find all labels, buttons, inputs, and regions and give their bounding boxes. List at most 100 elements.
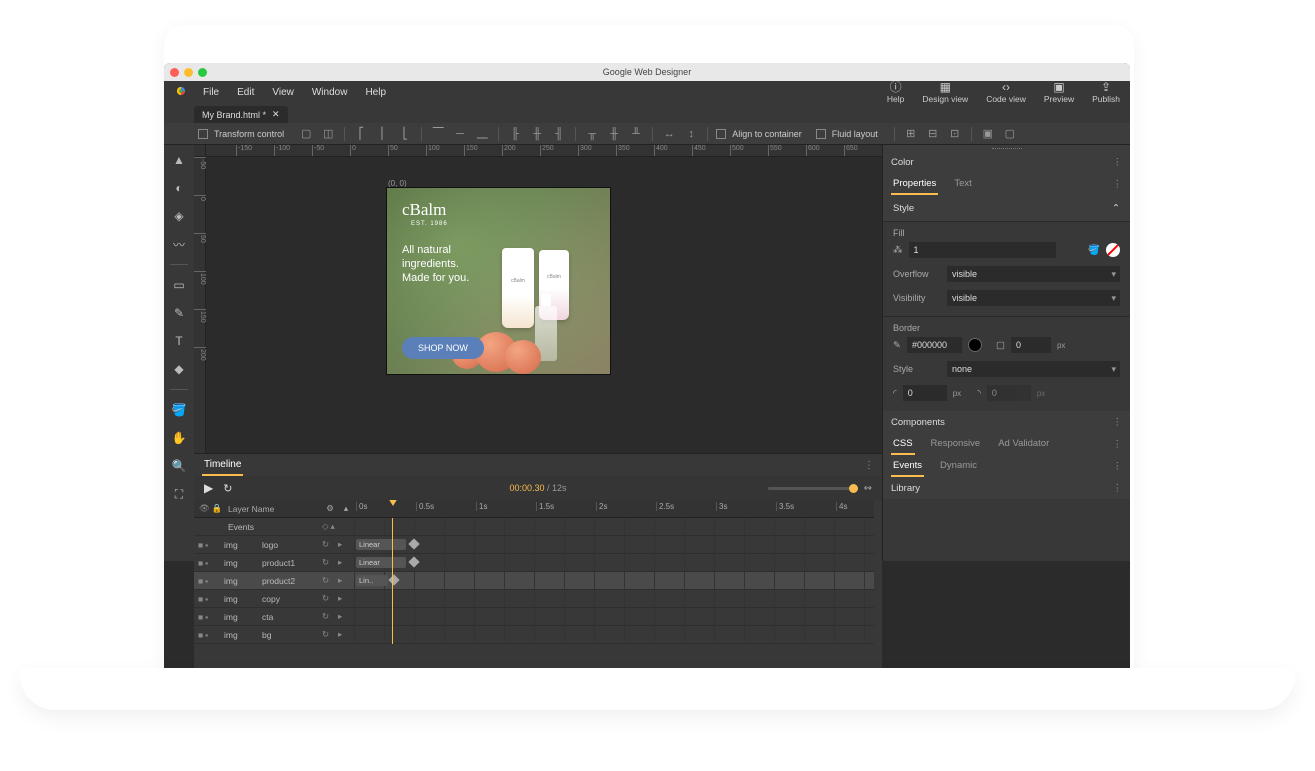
- align-vcenter-icon[interactable]: ─: [452, 126, 468, 142]
- components-panel-header[interactable]: Components⋮: [883, 411, 1130, 433]
- zoom-tool-icon[interactable]: 🔍: [168, 455, 190, 477]
- layer-visible-icon[interactable]: ▪: [205, 594, 208, 604]
- motion-path-icon[interactable]: ↻: [322, 575, 338, 586]
- group-icon[interactable]: ▣: [980, 126, 996, 142]
- visibility-icon[interactable]: 👁: [199, 503, 210, 514]
- tag-tool-icon[interactable]: ▭: [168, 274, 190, 296]
- more-icon[interactable]: ⋮: [864, 460, 874, 471]
- layer-visible-icon[interactable]: ▪: [205, 612, 208, 622]
- visibility-select[interactable]: visible: [947, 290, 1120, 306]
- collapse-icon[interactable]: ▴: [338, 503, 354, 514]
- timeline-layer-row[interactable]: ■▪imgproduct2↻▸Lin..: [194, 572, 874, 590]
- radius-a-input[interactable]: [903, 385, 947, 401]
- border-color-input[interactable]: [907, 337, 962, 353]
- more-icon[interactable]: ⋮: [1113, 439, 1123, 450]
- menu-view[interactable]: View: [263, 87, 303, 98]
- timeline-layer-row[interactable]: ■▪imglogo↻▸Linear: [194, 536, 874, 554]
- tab-text[interactable]: Text: [952, 174, 973, 195]
- style-section-header[interactable]: Style ⌃: [883, 195, 1130, 221]
- code-view-button[interactable]: ‹›Code view: [986, 81, 1026, 104]
- layer-track[interactable]: Linear: [354, 536, 874, 554]
- align-hcenter-icon[interactable]: ⎢: [375, 126, 391, 142]
- gear-icon[interactable]: ⚙: [322, 503, 338, 514]
- timeline-layer-row[interactable]: ■▪imgbg↻▸: [194, 626, 874, 644]
- more-icon[interactable]: ⋮: [1113, 157, 1123, 168]
- tab-responsive[interactable]: Responsive: [929, 434, 983, 455]
- motion-path-icon[interactable]: ↻: [322, 611, 338, 622]
- layer-visible-icon[interactable]: ▪: [205, 630, 208, 640]
- close-tab-icon[interactable]: ✕: [272, 109, 280, 120]
- file-tab[interactable]: My Brand.html * ✕: [194, 106, 288, 123]
- zoom-options-icon[interactable]: ↭: [864, 483, 872, 494]
- layer-color-swatch[interactable]: ■: [198, 558, 203, 568]
- menu-file[interactable]: File: [194, 87, 228, 98]
- minimize-window-dot[interactable]: [184, 68, 193, 77]
- rect-outline-icon[interactable]: ▢: [298, 126, 314, 142]
- tab-validator[interactable]: Ad Validator: [996, 434, 1051, 455]
- align-top-icon[interactable]: ⎺: [430, 126, 446, 142]
- crop-icon[interactable]: ◫: [320, 126, 336, 142]
- spacing-h-icon[interactable]: ↔: [661, 126, 677, 142]
- align-right-icon[interactable]: ⎣: [397, 126, 413, 142]
- layer-track[interactable]: Linear: [354, 554, 874, 572]
- layer-color-swatch[interactable]: ■: [198, 540, 203, 550]
- tab-properties[interactable]: Properties: [891, 174, 938, 195]
- motion-path-icon[interactable]: ↻: [322, 629, 338, 640]
- expand-icon[interactable]: ▸: [338, 575, 354, 586]
- timeline-layer-row[interactable]: ■▪imgcopy↻▸: [194, 590, 874, 608]
- tween-bar[interactable]: Linear: [356, 557, 406, 568]
- timeline-layer-row[interactable]: ■▪imgproduct1↻▸Linear: [194, 554, 874, 572]
- menu-help[interactable]: Help: [356, 87, 395, 98]
- dist-h-right-icon[interactable]: ╢: [551, 126, 567, 142]
- expand-icon[interactable]: ▸: [338, 539, 354, 550]
- zoom-slider[interactable]: [768, 487, 858, 490]
- dist-h-center-icon[interactable]: ╫: [529, 126, 545, 142]
- dist-v-center-icon[interactable]: ╫: [606, 126, 622, 142]
- dist-v-top-icon[interactable]: ╥: [584, 126, 600, 142]
- event-add-icon[interactable]: ▴: [331, 521, 335, 532]
- help-button[interactable]: ⓘHelp: [887, 81, 904, 104]
- more-icon[interactable]: ⋮: [1113, 483, 1123, 494]
- motion-path-icon[interactable]: ↻: [322, 539, 338, 550]
- playhead-icon[interactable]: [388, 500, 398, 506]
- event-visibility-icon[interactable]: ◇: [322, 521, 329, 532]
- fluid-layout-checkbox[interactable]: [816, 129, 826, 139]
- layer-color-swatch[interactable]: ■: [198, 630, 203, 640]
- maximize-window-dot[interactable]: [198, 68, 207, 77]
- play-icon[interactable]: ▶: [204, 481, 213, 495]
- pen-tool-icon[interactable]: ✎: [168, 302, 190, 324]
- more-icon[interactable]: ⋮: [1113, 461, 1123, 472]
- loop-icon[interactable]: ↻: [223, 482, 232, 495]
- more-icon[interactable]: ⋮: [1113, 179, 1123, 190]
- close-window-dot[interactable]: [170, 68, 179, 77]
- expand-icon[interactable]: ▸: [338, 629, 354, 640]
- layer-track[interactable]: [354, 590, 874, 608]
- overflow-select[interactable]: visible: [947, 266, 1120, 282]
- responsive-icon-c[interactable]: ⊡: [947, 126, 963, 142]
- radius-b-input[interactable]: [987, 385, 1031, 401]
- tween-bar[interactable]: Lin..: [356, 575, 388, 586]
- selection-tool-icon[interactable]: ▲: [168, 149, 190, 171]
- keyframe-diamond-icon[interactable]: [408, 556, 419, 567]
- menu-window[interactable]: Window: [303, 87, 357, 98]
- border-style-select[interactable]: none: [947, 361, 1120, 377]
- menu-edit[interactable]: Edit: [228, 87, 263, 98]
- tab-events[interactable]: Events: [891, 456, 924, 477]
- motion-path-icon[interactable]: ↻: [322, 557, 338, 568]
- align-bottom-icon[interactable]: ⎽: [474, 126, 490, 142]
- timeline-tab[interactable]: Timeline: [202, 455, 243, 476]
- transform-control-checkbox[interactable]: [198, 129, 208, 139]
- library-panel-header[interactable]: Library⋮: [883, 477, 1130, 499]
- layer-visible-icon[interactable]: ▪: [205, 540, 208, 550]
- border-color-swatch[interactable]: [968, 338, 982, 352]
- time-ruler[interactable]: 0s0.5s1s1.5s2s2.5s3s3.5s4s: [354, 500, 874, 518]
- zoom-knob[interactable]: [849, 484, 858, 493]
- responsive-icon-b[interactable]: ⊟: [925, 126, 941, 142]
- more-icon[interactable]: ⋮: [1113, 417, 1123, 428]
- design-view-button[interactable]: ▦Design view: [922, 81, 968, 104]
- timeline-layer-row[interactable]: ■▪imgcta↻▸: [194, 608, 874, 626]
- layer-color-swatch[interactable]: ■: [198, 576, 203, 586]
- fullscreen-icon[interactable]: ⛶: [168, 483, 190, 505]
- element-3d-tool-icon[interactable]: ◈: [168, 205, 190, 227]
- layer-color-swatch[interactable]: ■: [198, 594, 203, 604]
